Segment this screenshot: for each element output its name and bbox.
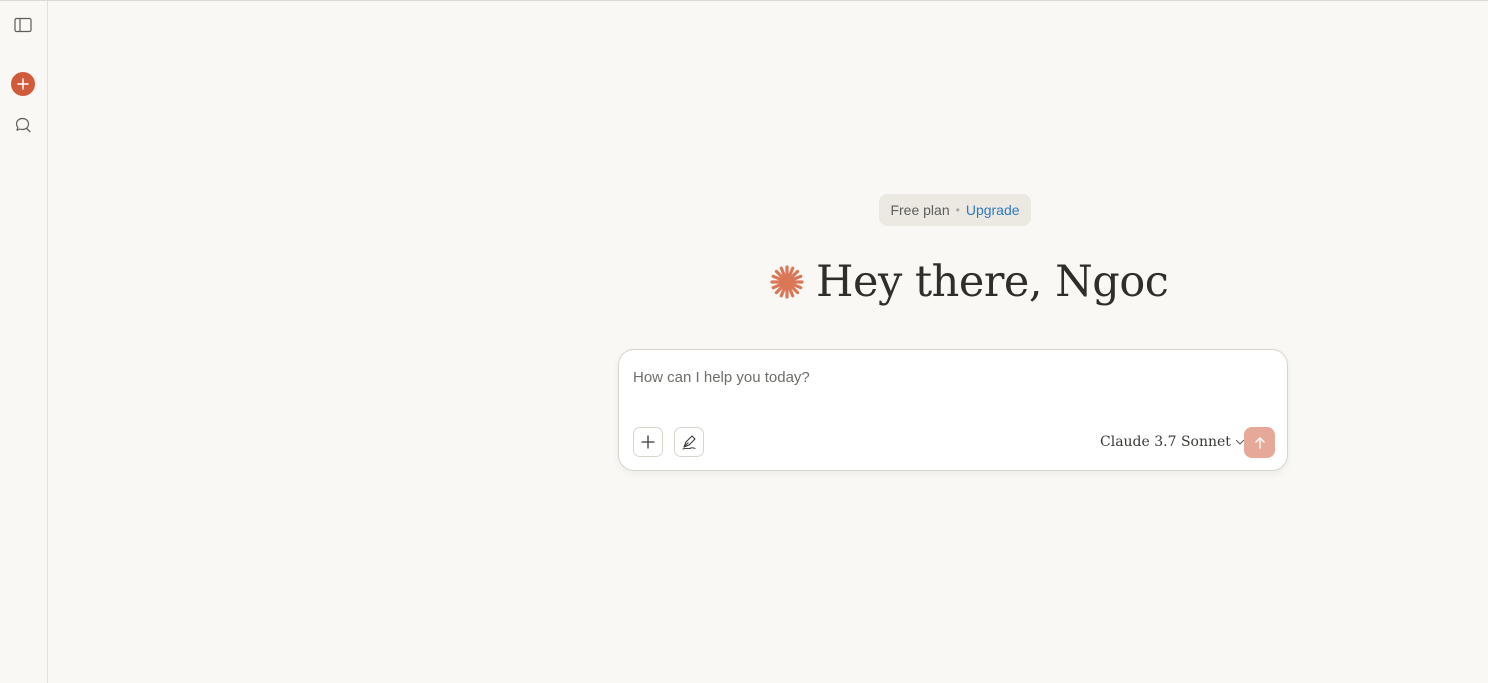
send-button[interactable] — [1244, 427, 1275, 458]
chat-composer: Claude 3.7 Sonnet — [618, 349, 1288, 471]
style-button[interactable] — [674, 427, 704, 457]
model-selector[interactable]: Claude 3.7 Sonnet — [1100, 430, 1245, 454]
plan-badge: Free plan • Upgrade — [879, 194, 1031, 226]
sidebar-toggle-icon — [14, 17, 32, 33]
greeting: Hey there, Ngoc — [770, 252, 1169, 312]
model-label: Claude 3.7 Sonnet — [1100, 434, 1231, 450]
sidebar — [0, 1, 48, 683]
new-chat-button[interactable] — [11, 72, 35, 96]
plan-separator: • — [955, 203, 960, 217]
plus-circle-icon — [17, 78, 29, 90]
top-divider — [0, 0, 1488, 1]
arrow-up-icon — [1254, 436, 1265, 449]
attach-button[interactable] — [633, 427, 663, 457]
claude-spark-icon — [770, 265, 804, 299]
plus-icon — [641, 435, 655, 449]
upgrade-link[interactable]: Upgrade — [966, 202, 1020, 218]
plan-label: Free plan — [890, 202, 950, 218]
search-chat-icon — [15, 117, 31, 133]
prompt-input[interactable] — [633, 364, 1273, 390]
greeting-text: Hey there, Ngoc — [816, 257, 1169, 307]
sidebar-toggle-button[interactable] — [9, 11, 37, 39]
search-chats-button[interactable] — [9, 111, 37, 139]
app-window: Free plan • Upgrade Hey there, Ngoc How … — [0, 0, 1488, 683]
pen-nib-icon — [682, 435, 696, 450]
